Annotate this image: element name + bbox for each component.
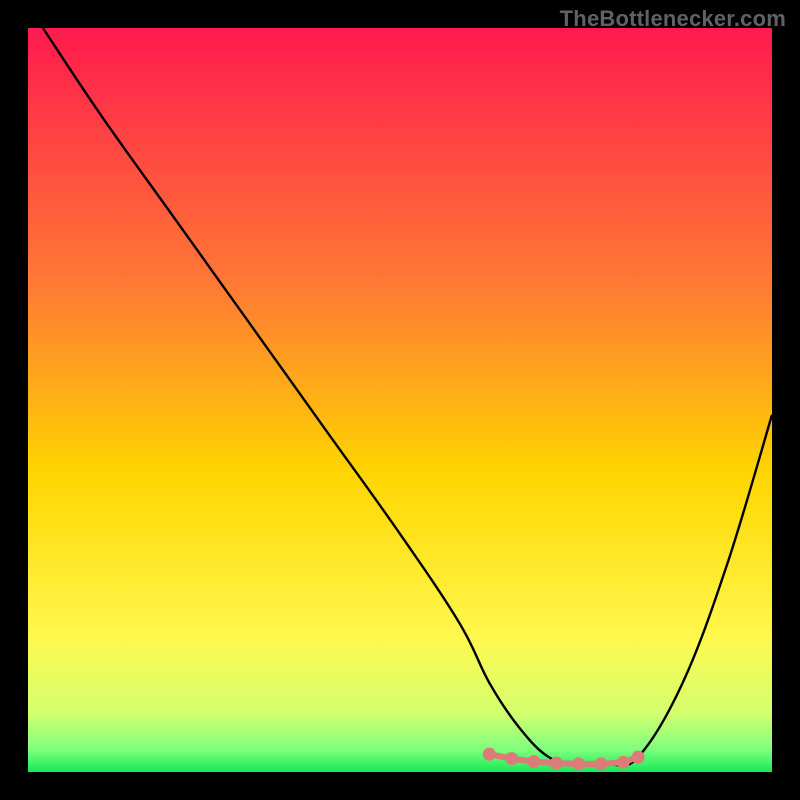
- chart-container: TheBottlenecker.com: [0, 0, 800, 800]
- bottleneck-chart: [28, 28, 772, 772]
- watermark-text: TheBottlenecker.com: [560, 6, 786, 32]
- gradient-background: [28, 28, 772, 772]
